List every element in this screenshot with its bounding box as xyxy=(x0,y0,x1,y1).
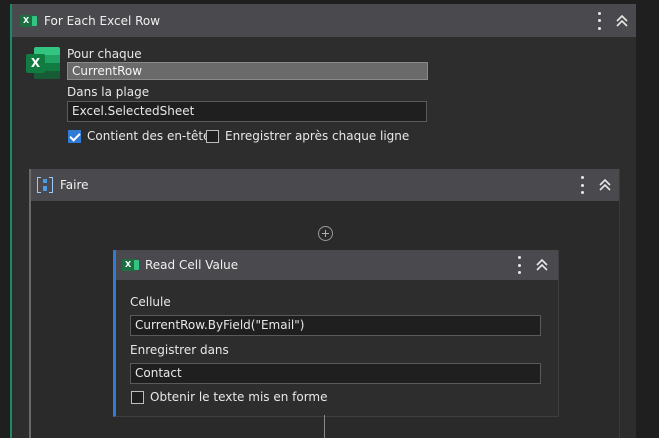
for-each-title: For Each Excel Row xyxy=(44,13,161,28)
dans-la-plage-label: Dans la plage xyxy=(67,85,150,99)
collapse-icon[interactable] xyxy=(615,14,629,28)
collapse-icon[interactable] xyxy=(535,258,549,272)
enregistrer-chaque-ligne-checkbox[interactable] xyxy=(206,130,219,143)
obtenir-texte-label: Obtenir le texte mis en forme xyxy=(150,390,328,404)
add-activity-plus-icon[interactable] xyxy=(318,226,333,241)
read-cell-header[interactable]: X Read Cell Value xyxy=(116,250,558,280)
more-options-icon[interactable] xyxy=(517,256,521,274)
collapse-icon[interactable] xyxy=(598,178,612,192)
pour-chaque-label: Pour chaque xyxy=(67,47,142,61)
sequence-icon xyxy=(37,177,53,193)
obtenir-texte-checkbox[interactable] xyxy=(131,391,144,404)
read-cell-value-activity[interactable]: X Read Cell Value Cellule CurrentRow.ByF… xyxy=(113,250,559,417)
faire-header[interactable]: Faire xyxy=(31,169,619,201)
for-each-excel-row-activity[interactable]: X For Each Excel Row X Pour chaque Curre… xyxy=(10,4,636,438)
excel-icon: X xyxy=(20,15,37,27)
enregistrer-dans-label: Enregistrer dans xyxy=(130,343,229,357)
enregistrer-chaque-ligne-label: Enregistrer après chaque ligne xyxy=(225,129,410,143)
read-cell-title: Read Cell Value xyxy=(145,258,239,272)
for-each-header[interactable]: X For Each Excel Row xyxy=(12,4,636,37)
pour-chaque-input[interactable]: CurrentRow xyxy=(67,62,428,80)
excel-icon: X xyxy=(122,259,139,271)
faire-container[interactable]: Faire X Read Cell Value Cellule CurrentR… xyxy=(29,169,620,438)
contient-en-tetes-checkbox[interactable] xyxy=(68,130,81,143)
more-options-icon[interactable] xyxy=(580,176,584,194)
enregistrer-dans-input[interactable]: Contact xyxy=(130,363,541,384)
cellule-label: Cellule xyxy=(130,295,171,309)
excel-large-icon: X xyxy=(26,47,60,79)
dans-la-plage-input[interactable]: Excel.SelectedSheet xyxy=(67,101,427,122)
contient-en-tetes-label: Contient des en-têtes xyxy=(87,129,217,143)
flow-connector-line xyxy=(324,415,325,438)
more-options-icon[interactable] xyxy=(597,11,601,30)
cellule-input[interactable]: CurrentRow.ByField("Email") xyxy=(130,315,541,336)
faire-title: Faire xyxy=(60,178,89,192)
